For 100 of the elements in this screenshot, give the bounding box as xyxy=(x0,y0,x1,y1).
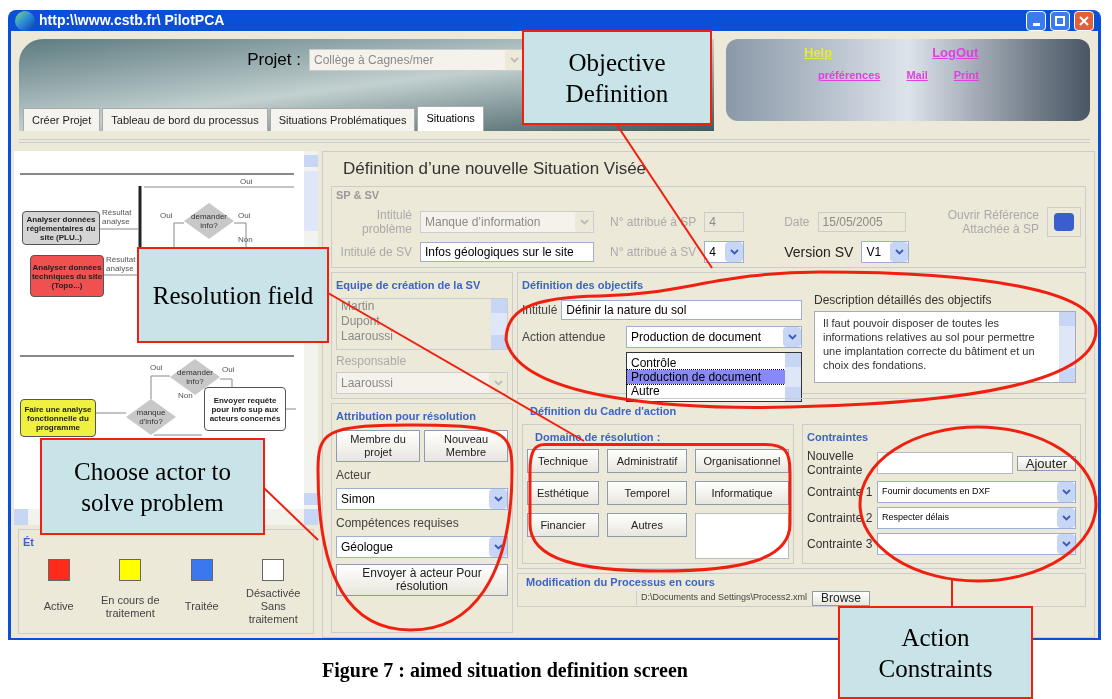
connector-label: Oui xyxy=(150,363,164,372)
tab[interactable]: Situations xyxy=(417,105,484,131)
connector-label: Oui xyxy=(238,211,252,220)
legend-label: Active xyxy=(43,599,74,614)
tab[interactable]: Situations Problématiques xyxy=(269,107,416,131)
dropdown[interactable]: Fournir documents en DXF xyxy=(877,481,1076,503)
connector-label: Résultat analyse xyxy=(102,208,133,226)
group-title: Contraintes xyxy=(807,429,869,445)
close-icon xyxy=(1079,15,1089,26)
button[interactable]: Membre du projet xyxy=(336,430,420,462)
leader-line xyxy=(263,487,319,541)
tab[interactable]: Tableau de bord du processus xyxy=(102,107,268,131)
callout-box: Action Constraints xyxy=(838,606,1033,699)
dropdown[interactable]: Production de document xyxy=(626,325,802,348)
process-step-node[interactable]: Envoyer requête pour info sup aux acteurs concernés xyxy=(204,387,286,431)
field-label: Description détaillés des objectifs xyxy=(814,293,993,307)
maximize-button[interactable] xyxy=(1050,10,1070,31)
button[interactable]: Esthétique xyxy=(527,481,599,505)
connector-label: Oui xyxy=(240,177,254,186)
field-label: Acteur xyxy=(336,468,372,482)
button[interactable]: Informatique xyxy=(695,481,789,505)
open-reference-button[interactable] xyxy=(1047,207,1081,237)
connector-label: Résultat analyse xyxy=(106,255,137,273)
field-label: Responsable xyxy=(336,353,408,368)
field-label: Intitulé de SV xyxy=(339,245,412,259)
connector-label: Oui xyxy=(222,365,236,374)
field-label: N° attribué à SV xyxy=(610,245,697,259)
button[interactable]: Ajouter xyxy=(1016,455,1076,471)
field-label: Contrainte 1 xyxy=(807,485,873,499)
description-textarea[interactable]: Il faut pouvoir disposer de toutes les informations relatives au sol pour permettre une implantation correcte du bâtiment et un choix des fondations. xyxy=(814,311,1076,383)
globe-icon xyxy=(15,10,35,31)
input-field[interactable] xyxy=(877,452,1013,474)
option-list[interactable]: Contrôle Production de document Autre xyxy=(626,351,802,402)
scroll-thumb[interactable] xyxy=(304,171,318,231)
process-step-node[interactable]: Faire une analyse fonctionnelle du programme xyxy=(20,399,96,437)
connector-line xyxy=(99,228,139,230)
dropdown[interactable]: 4 xyxy=(704,241,745,263)
dropdown[interactable]: Respecter délais xyxy=(877,507,1076,529)
connector-line xyxy=(150,375,171,400)
dropdown[interactable]: V1 xyxy=(861,241,910,263)
callout-box: Resolution field xyxy=(137,247,329,343)
group-title: SP & SV xyxy=(336,187,380,203)
list-option[interactable]: Autre xyxy=(627,383,785,398)
window-title: http:\\www.cstb.fr\ PilotPCA xyxy=(39,11,226,30)
scroll-down-button[interactable] xyxy=(304,493,318,505)
connector-line xyxy=(219,378,233,388)
list-option[interactable]: Contrôle xyxy=(627,355,785,370)
field-label: Date xyxy=(784,215,810,229)
tab[interactable]: Créer Projet xyxy=(23,107,101,131)
dropdown[interactable]: Simon xyxy=(336,488,508,510)
legend-label: En cours de traitement xyxy=(99,592,161,621)
field-label: N° attribué à SP xyxy=(610,215,697,229)
project-label: Projet : xyxy=(247,49,301,71)
group-title: Equipe de création de la SV xyxy=(336,278,481,293)
dropdown[interactable]: Géologue xyxy=(336,536,508,558)
input-field[interactable]: Définir la nature du sol xyxy=(561,299,802,320)
list-option[interactable]: Production de document xyxy=(627,369,785,384)
button[interactable]: Temporel xyxy=(607,481,687,505)
connector-line xyxy=(103,274,139,276)
connector-label: Non xyxy=(238,235,254,244)
callout-box: Choose actor to solve problem xyxy=(40,438,265,535)
button[interactable]: Administratif xyxy=(607,449,687,473)
group-title: Définition des objectifs xyxy=(522,278,643,293)
connector-line xyxy=(285,408,297,410)
group-title: Modification du Processus en cours xyxy=(526,575,715,590)
figure-caption: Figure 7 : aimed situation definition screen xyxy=(322,658,688,684)
legend-label: Traitée xyxy=(184,599,219,614)
button[interactable]: Envoyer à acteur Pour résolution xyxy=(336,564,508,596)
field-label: Contrainte 3 xyxy=(807,537,873,551)
field-label: Intitulé xyxy=(522,302,558,317)
group-title: Attribution pour résolution xyxy=(336,408,476,424)
button[interactable]: Nouveau Membre xyxy=(424,430,508,462)
field-label: Action attendue xyxy=(522,329,607,346)
button[interactable]: Browse xyxy=(812,590,870,606)
process-step-node[interactable]: Analyser données réglementaires du site (PLU..) xyxy=(22,211,100,245)
connector-line xyxy=(153,434,203,436)
dropdown[interactable] xyxy=(877,533,1076,555)
field-label: Version SV xyxy=(784,245,854,259)
button[interactable]: Technique xyxy=(527,449,599,473)
field-label: Compétences requises xyxy=(336,516,460,530)
callout-box: Objective Definition xyxy=(522,30,712,125)
legend-label: Désactivée Sans traitement xyxy=(245,586,302,627)
decision-node[interactable]: manque d'info? xyxy=(126,399,176,435)
connector-line xyxy=(95,412,127,414)
process-step-node[interactable]: Analyser données techniques du site (Topo...) xyxy=(30,255,104,297)
button[interactable]: Organisationnel xyxy=(695,449,789,473)
button[interactable]: Financier xyxy=(527,513,599,537)
field-label: Nouvelle Contrainte xyxy=(807,449,864,477)
domain-box[interactable] xyxy=(695,513,789,559)
form-title: Définition d’une nouvelle Situation Visée xyxy=(343,158,648,180)
button[interactable]: Autres xyxy=(607,513,687,537)
group-title: Définition du Cadre d'action xyxy=(530,404,677,419)
decision-node[interactable]: demander info? xyxy=(184,203,234,239)
field-label: Intitulé problème xyxy=(360,208,412,236)
minimize-button[interactable] xyxy=(1026,10,1046,31)
group-title: Ét xyxy=(23,535,34,550)
input-field[interactable]: Infos géologiques sur le site xyxy=(420,242,594,262)
leader-line xyxy=(951,579,953,607)
close-button[interactable] xyxy=(1074,10,1094,31)
field-label: Ouvrir Référence Attachée à SP xyxy=(946,208,1039,236)
